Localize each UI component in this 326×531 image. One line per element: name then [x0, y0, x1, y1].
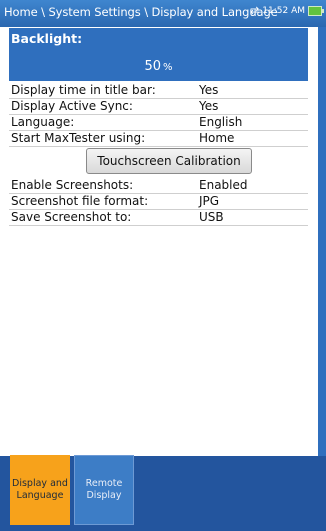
setting-save-screenshot[interactable]: Save Screenshot to: USB: [9, 210, 308, 226]
setting-active-sync[interactable]: Display Active Sync: Yes: [9, 99, 308, 115]
sync-icon: ⇄: [250, 4, 260, 17]
setting-value: USB: [199, 210, 224, 224]
setting-value: JPG: [199, 194, 220, 208]
backlight-label: Backlight:: [11, 31, 83, 46]
setting-value: Yes: [199, 83, 219, 97]
setting-display-time[interactable]: Display time in title bar: Yes: [9, 83, 308, 99]
setting-label: Display time in title bar:: [11, 83, 156, 97]
title-bar: Home \ System Settings \ Display and Lan…: [0, 0, 326, 27]
setting-screenshot-format[interactable]: Screenshot file format: JPG: [9, 194, 308, 210]
setting-label: Enable Screenshots:: [11, 178, 134, 192]
backlight-number: 50: [144, 59, 162, 74]
setting-label: Screenshot file format:: [11, 194, 149, 208]
setting-value: English: [199, 115, 243, 129]
setting-label: Display Active Sync:: [11, 99, 133, 113]
clock: 11:52 AM: [262, 6, 305, 16]
backlight-value: 50%: [9, 59, 308, 74]
backlight-slider[interactable]: Backlight: 50%: [9, 28, 308, 81]
tab-display-and-language[interactable]: Display and Language: [10, 455, 70, 525]
tab-label: Display and Language: [12, 478, 68, 501]
backlight-unit: %: [163, 62, 173, 73]
setting-label: Language:: [11, 115, 75, 129]
touchscreen-calibration-button[interactable]: Touchscreen Calibration: [86, 148, 252, 174]
tab-remote-display[interactable]: Remote Display: [74, 455, 134, 525]
setting-value: Enabled: [199, 178, 248, 192]
setting-value: Home: [199, 131, 235, 145]
breadcrumb[interactable]: Home \ System Settings \ Display and Lan…: [4, 5, 278, 19]
setting-value: Yes: [199, 99, 219, 113]
tab-label: Remote Display: [85, 478, 123, 501]
screen: Home \ System Settings \ Display and Lan…: [0, 0, 326, 531]
status-area: ⇄ 11:52 AM: [250, 4, 324, 17]
setting-label: Start MaxTester using:: [11, 131, 146, 145]
setting-start-maxtester[interactable]: Start MaxTester using: Home: [9, 131, 308, 147]
setting-label: Save Screenshot to:: [11, 210, 132, 224]
setting-language[interactable]: Language: English: [9, 115, 308, 131]
battery-icon: [308, 6, 324, 16]
scrollbar[interactable]: [318, 27, 326, 456]
setting-enable-screenshots[interactable]: Enable Screenshots: Enabled: [9, 178, 308, 194]
